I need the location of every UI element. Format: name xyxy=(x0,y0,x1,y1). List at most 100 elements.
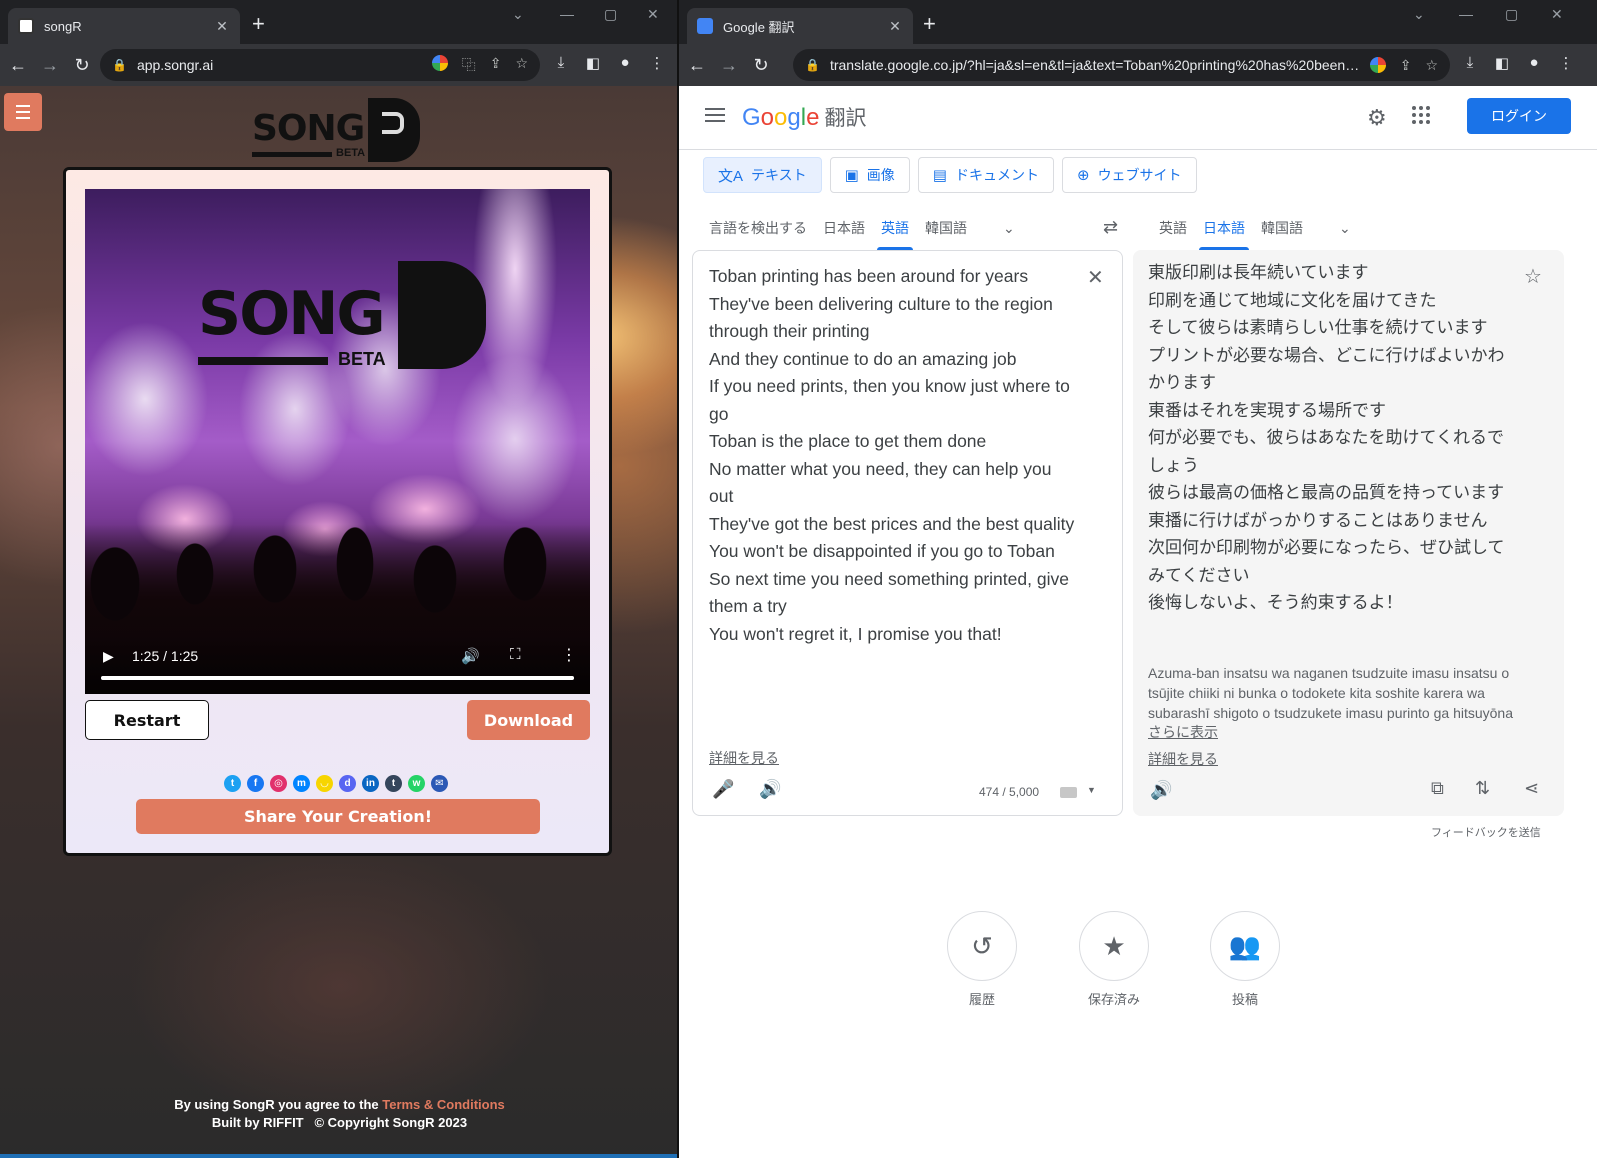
instagram-icon[interactable]: ◎ xyxy=(270,775,287,792)
source-lang-0[interactable]: 言語を検出する xyxy=(701,206,815,250)
source-listen-icon[interactable]: 🔊 xyxy=(759,779,781,800)
facebook-icon[interactable]: f xyxy=(247,775,264,792)
hamburger-menu-button[interactable] xyxy=(4,93,42,131)
volume-icon[interactable]: 🔊 xyxy=(461,647,480,665)
close-tab-icon[interactable]: ✕ xyxy=(887,18,903,35)
minimize-button[interactable]: — xyxy=(1459,6,1473,22)
side-panel-icon[interactable]: ◧ xyxy=(584,54,602,72)
forward-icon[interactable]: → xyxy=(715,55,743,76)
close-window-button[interactable]: ✕ xyxy=(647,6,659,23)
new-tab-button[interactable]: + xyxy=(252,13,265,35)
bookmark-star-icon[interactable]: ☆ xyxy=(515,55,528,75)
send-feedback-link[interactable]: フィードバックを送信 xyxy=(1431,824,1541,840)
address-bar[interactable]: 🔒 translate.google.co.jp/?hl=ja&sl=en&tl… xyxy=(793,49,1450,81)
messenger-icon[interactable]: m xyxy=(293,775,310,792)
history-icon[interactable]: ↺ xyxy=(947,911,1017,981)
target-details-link[interactable]: 詳細を見る xyxy=(1148,749,1218,769)
mode-image-tab[interactable]: ▣ 画像 xyxy=(829,157,910,193)
save-translation-star-icon[interactable]: ☆ xyxy=(1524,264,1542,289)
bottom-action-0[interactable]: ↺ 履歴 xyxy=(947,911,1017,1008)
play-icon[interactable]: ▶ xyxy=(103,648,114,665)
download-icon[interactable]: ⤓ xyxy=(1461,54,1479,72)
browser-menu-icon[interactable]: ⋮ xyxy=(648,54,666,72)
copy-icon[interactable]: ⧉ xyxy=(1431,778,1444,799)
maximize-button[interactable]: ▢ xyxy=(604,6,617,23)
back-icon[interactable]: ← xyxy=(4,55,32,76)
bottom-action-1[interactable]: ★ 保存済み xyxy=(1079,911,1149,1008)
side-panel-icon[interactable]: ◧ xyxy=(1493,54,1511,72)
discord-icon[interactable]: d xyxy=(339,775,356,792)
clear-text-icon[interactable]: ✕ xyxy=(1087,265,1104,290)
target-listen-icon[interactable]: 🔊 xyxy=(1150,780,1172,801)
translate-page-icon[interactable]: ⿻ xyxy=(462,55,476,75)
rate-translation-icon[interactable]: ⇅ xyxy=(1475,778,1490,799)
share-icon[interactable]: ⇪ xyxy=(490,55,502,75)
twitter-icon[interactable]: t xyxy=(224,775,241,792)
share-icon[interactable]: ⇪ xyxy=(1400,57,1412,74)
source-details-link[interactable]: 詳細を見る xyxy=(709,748,779,768)
download-icon[interactable]: ⤓ xyxy=(552,54,570,72)
target-lang-1[interactable]: 日本語 xyxy=(1195,206,1253,250)
google-icon[interactable] xyxy=(1369,56,1386,73)
target-more-languages-chevron-icon[interactable]: ⌄ xyxy=(1331,220,1359,237)
target-lang-0[interactable]: 英語 xyxy=(1151,206,1195,250)
minimize-button[interactable]: — xyxy=(560,6,574,22)
settings-gear-icon[interactable]: ⚙ xyxy=(1367,105,1387,131)
maximize-button[interactable]: ▢ xyxy=(1505,6,1518,23)
restart-button[interactable]: Restart xyxy=(85,700,209,740)
mode-website-tab[interactable]: ⊕ ウェブサイト xyxy=(1061,157,1197,193)
share-translation-icon[interactable]: ⋖ xyxy=(1524,778,1539,799)
source-lang-1[interactable]: 日本語 xyxy=(815,206,873,250)
close-tab-icon[interactable]: ✕ xyxy=(214,18,230,35)
login-button[interactable]: ログイン xyxy=(1467,98,1571,134)
google-translate-logo[interactable]: Google 翻訳 xyxy=(742,102,866,132)
profile-icon[interactable]: ● xyxy=(616,54,634,72)
email-icon[interactable]: ✉ xyxy=(431,775,448,792)
mode-text-tab[interactable]: 文A テキスト xyxy=(703,157,822,193)
source-lang-2[interactable]: 英語 xyxy=(873,206,917,250)
star-icon[interactable]: ★ xyxy=(1079,911,1149,981)
more-options-icon[interactable]: ⋮ xyxy=(561,645,577,665)
bookmark-star-icon[interactable]: ☆ xyxy=(1425,57,1438,74)
google-icon[interactable] xyxy=(431,55,448,71)
tab-songr[interactable]: songR ✕ xyxy=(8,8,240,44)
whatsapp-icon[interactable]: w xyxy=(408,775,425,792)
download-button[interactable]: Download xyxy=(467,700,590,740)
browser-menu-icon[interactable]: ⋮ xyxy=(1557,54,1575,72)
tab-google-translate[interactable]: Google 翻訳 ✕ xyxy=(687,8,913,44)
reload-icon[interactable]: ↻ xyxy=(747,55,775,76)
tab-search-icon[interactable]: ⌄ xyxy=(512,6,524,23)
source-lang-3[interactable]: 韓国語 xyxy=(917,206,975,250)
video-progress-bar[interactable] xyxy=(101,676,574,680)
target-lang-2[interactable]: 韓国語 xyxy=(1253,206,1311,250)
mode-document-tab[interactable]: ▤ ドキュメント xyxy=(917,157,1054,193)
google-apps-icon[interactable] xyxy=(1412,106,1430,124)
tumblr-icon[interactable]: t xyxy=(385,775,402,792)
linkedin-icon[interactable]: in xyxy=(362,775,379,792)
profile-icon[interactable]: ● xyxy=(1525,54,1543,72)
source-more-languages-chevron-icon[interactable]: ⌄ xyxy=(995,220,1023,237)
address-bar[interactable]: 🔒 app.songr.ai ⿻ ⇪ ☆ xyxy=(100,49,540,81)
swap-languages-icon[interactable]: ⇄ xyxy=(1103,217,1118,238)
video-player[interactable]: SONG BETA ▶ 1:25 / 1:25 🔊 ⛶ ⋮ xyxy=(85,189,590,694)
source-textarea[interactable]: Toban printing has been around for years… xyxy=(709,263,1079,648)
terms-link[interactable]: Terms & Conditions xyxy=(382,1097,505,1112)
microphone-icon[interactable]: 🎤 xyxy=(712,779,734,800)
snapchat-icon[interactable]: ◡ xyxy=(316,775,333,792)
main-menu-icon[interactable] xyxy=(705,108,725,122)
fullscreen-icon[interactable]: ⛶ xyxy=(510,646,521,663)
share-creation-button[interactable]: Share Your Creation! xyxy=(136,799,540,834)
back-icon[interactable]: ← xyxy=(683,55,711,76)
forward-icon[interactable]: → xyxy=(36,55,64,76)
tab-search-icon[interactable]: ⌄ xyxy=(1413,6,1425,23)
people-icon[interactable]: 👥 xyxy=(1210,911,1280,981)
keyboard-icon[interactable] xyxy=(1060,787,1077,798)
google-translate-favicon xyxy=(697,18,713,34)
show-more-link[interactable]: さらに表示 xyxy=(1148,722,1218,742)
transliteration-text: Azuma-ban insatsu wa naganen tsudzuite i… xyxy=(1148,665,1514,721)
reload-icon[interactable]: ↻ xyxy=(68,55,96,76)
bottom-action-2[interactable]: 👥 投稿 xyxy=(1210,911,1280,1008)
keyboard-dropdown-icon[interactable]: ▼ xyxy=(1087,785,1096,795)
close-window-button[interactable]: ✕ xyxy=(1551,6,1563,23)
new-tab-button[interactable]: + xyxy=(923,13,936,35)
